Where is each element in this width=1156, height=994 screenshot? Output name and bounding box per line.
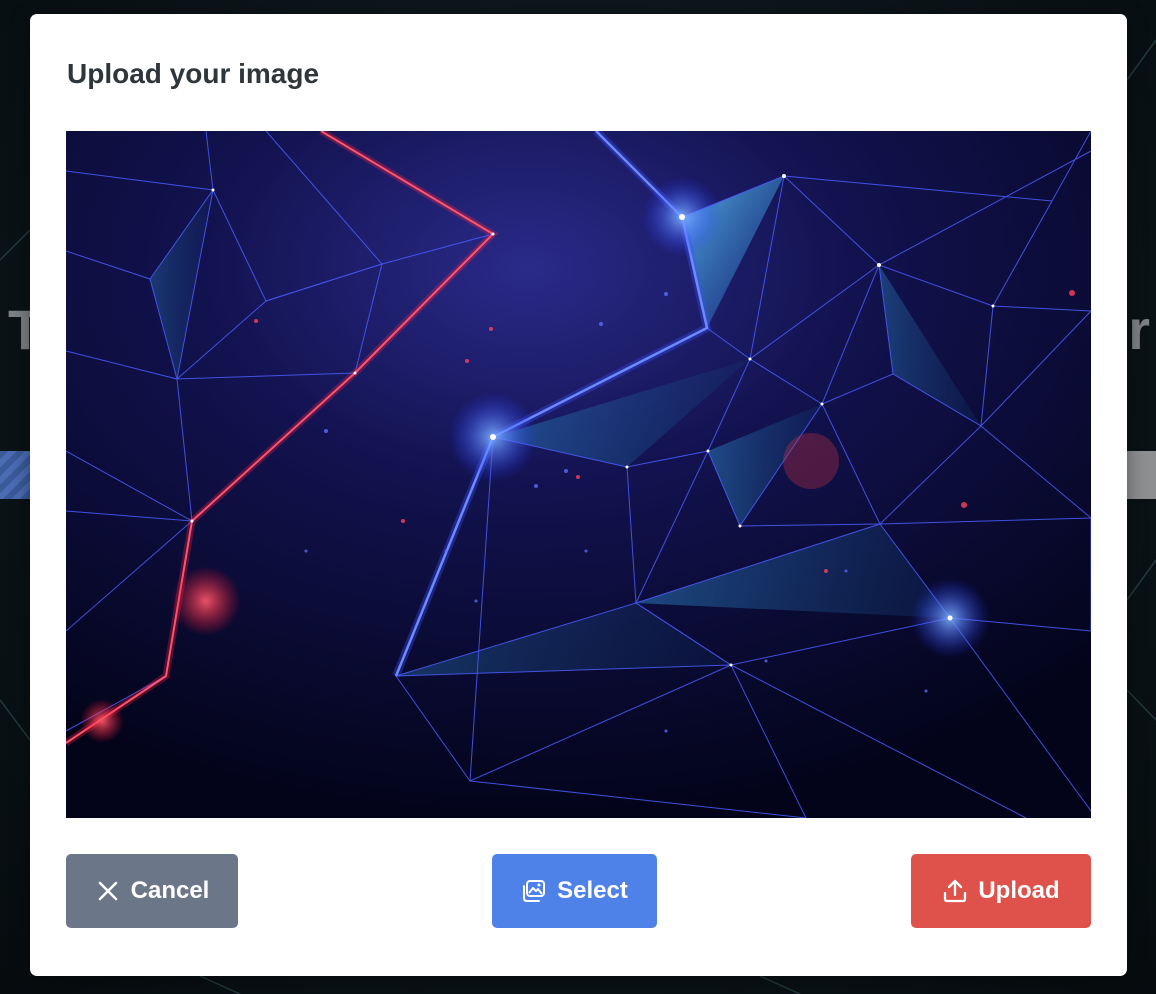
cancel-button[interactable]: Cancel [66, 854, 238, 928]
select-button[interactable]: Select [492, 854, 657, 928]
images-icon [521, 878, 547, 904]
upload-modal: Upload your image Cancel Select Upload [30, 14, 1127, 976]
background-progress-right [1126, 451, 1156, 499]
upload-icon [942, 878, 968, 904]
cancel-button-label: Cancel [130, 877, 210, 904]
preview-image [66, 131, 1091, 818]
background-heading-right: r [1128, 298, 1150, 361]
upload-button-label: Upload [978, 877, 1060, 904]
modal-title: Upload your image [67, 58, 320, 89]
select-button-label: Select [557, 877, 628, 904]
background-progress-left [0, 451, 30, 499]
close-icon [95, 878, 121, 904]
upload-button[interactable]: Upload [911, 854, 1091, 928]
image-preview [66, 131, 1091, 818]
